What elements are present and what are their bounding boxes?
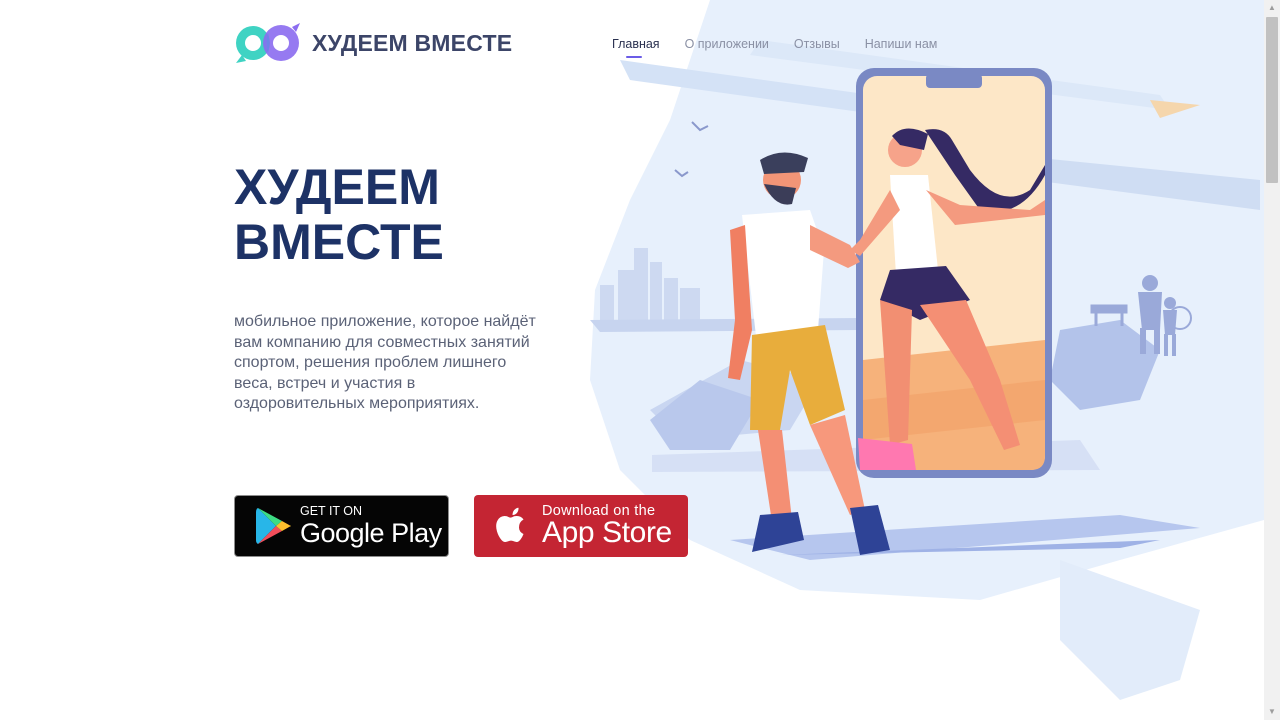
google-play-caption: GET IT ON [300,504,363,518]
nav-item-reviews[interactable]: Отзывы [794,37,840,51]
hero-title-line: ВМЕСТЕ [234,214,444,270]
nav-item-label: Напиши нам [864,37,938,51]
nav-item-label: Главная [612,37,660,51]
active-nav-indicator [626,56,642,58]
nav-item-label: Отзывы [793,37,840,51]
google-play-button[interactable]: GET IT ON Google Play [234,495,449,557]
app-store-label: App Store [542,516,672,549]
nav-item-home[interactable]: Главная [612,37,660,58]
app-store-button[interactable]: Download on the App Store [474,495,688,557]
vertical-scrollbar[interactable]: ▲ ▼ [1264,0,1280,720]
hero-description: мобильное приложение, которое найдёт вам… [234,313,536,412]
landing-page: ХУДЕЕМ ВМЕСТЕ Главная О приложении Отзыв… [0,0,1264,720]
scroll-down-arrow-icon[interactable]: ▼ [1264,704,1280,720]
scroll-up-arrow-icon[interactable]: ▲ [1264,0,1280,16]
logo-icon [236,23,300,63]
google-play-icon [256,508,291,544]
google-play-text: GET IT ON Google Play [300,504,442,548]
scroll-thumb[interactable] [1266,17,1278,183]
hero-title-line: ХУДЕЕМ [234,159,440,215]
google-play-label: Google Play [300,518,442,548]
nav-item-label: О приложении [684,37,769,51]
brand-logo[interactable]: ХУДЕЕМ ВМЕСТЕ [234,23,512,63]
main-nav: Главная О приложении Отзывы Напиши нам [612,37,938,58]
apple-icon [496,507,524,543]
hero-illustration [590,0,1264,700]
nav-item-about[interactable]: О приложении [685,37,769,51]
brand-name: ХУДЕЕМ ВМЕСТЕ [312,29,513,56]
hero-title: ХУДЕЕМ ВМЕСТЕ [234,160,444,270]
nav-item-contact[interactable]: Напиши нам [865,37,938,51]
app-store-text: Download on the App Store [542,504,672,548]
